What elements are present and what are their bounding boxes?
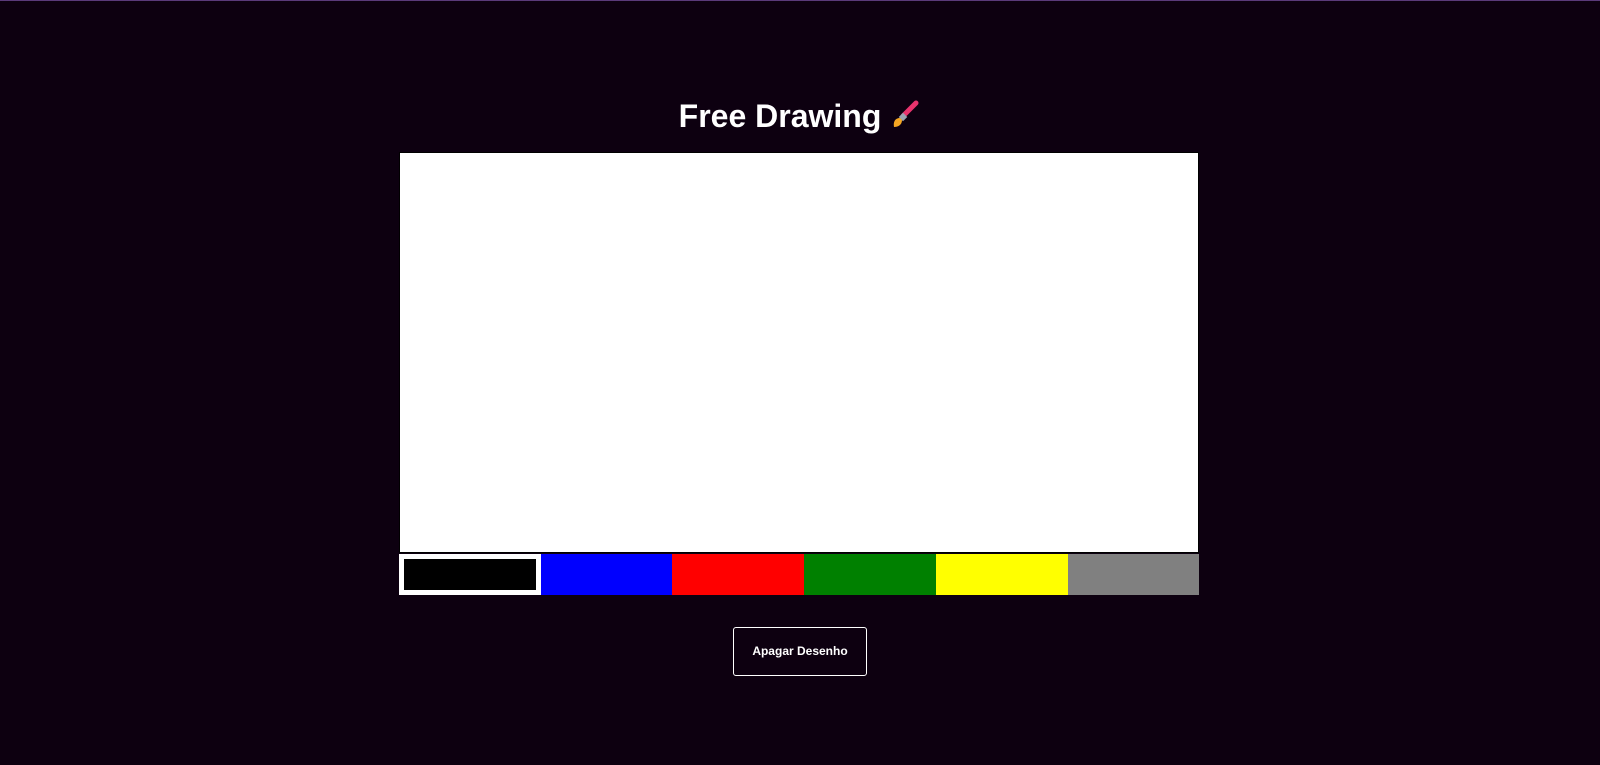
page-title: Free Drawing <box>0 96 1600 136</box>
clear-drawing-button[interactable]: Apagar Desenho <box>733 627 867 676</box>
color-swatch-black[interactable] <box>399 554 541 595</box>
drawing-canvas[interactable] <box>399 152 1199 553</box>
page-title-text: Free Drawing <box>678 98 882 134</box>
paintbrush-icon <box>889 99 921 131</box>
top-border-line <box>0 0 1600 1</box>
color-swatch-blue[interactable] <box>541 554 672 595</box>
color-swatch-red[interactable] <box>672 554 804 595</box>
color-swatch-green[interactable] <box>804 554 936 595</box>
color-swatch-gray[interactable] <box>1068 554 1199 595</box>
color-swatch-yellow[interactable] <box>936 554 1068 595</box>
color-palette <box>399 554 1199 595</box>
